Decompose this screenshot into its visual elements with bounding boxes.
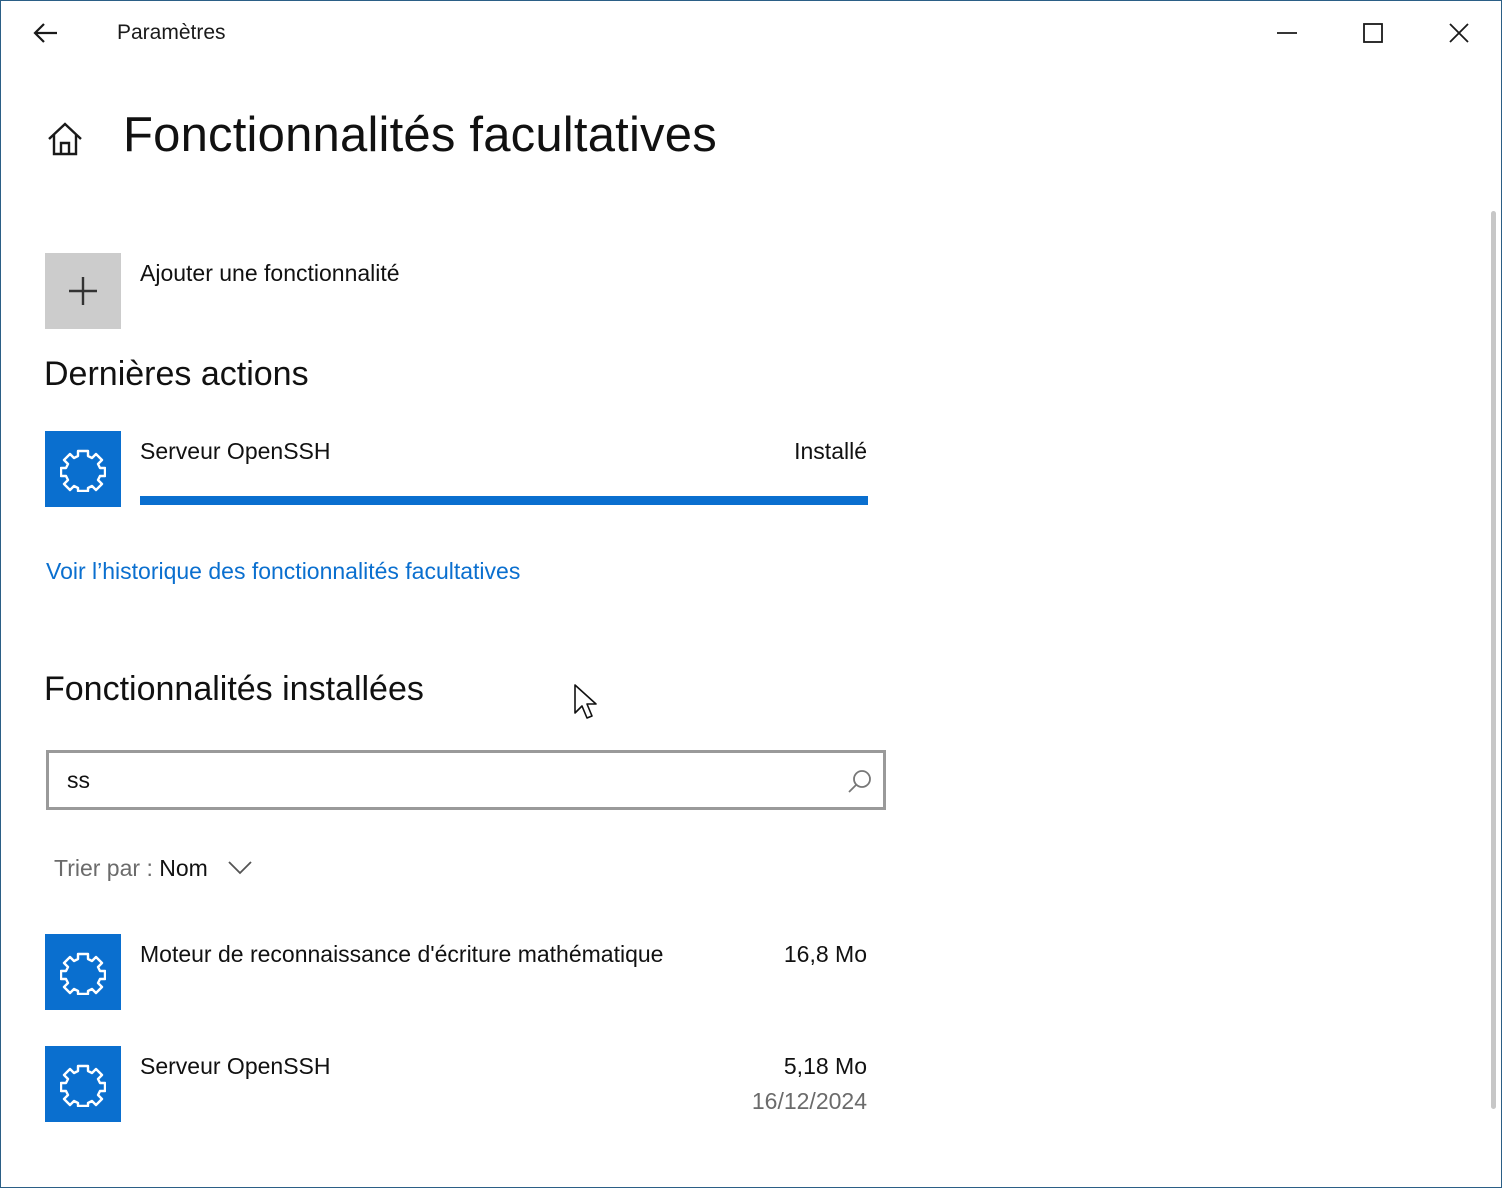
puzzle-gear-icon (60, 952, 106, 995)
chevron-down-icon (228, 861, 252, 875)
install-progress-fill (140, 496, 868, 505)
recent-item-status: Installé (794, 438, 867, 464)
installed-item-date: 16/12/2024 (751, 1088, 867, 1114)
maximize-icon (1363, 23, 1383, 43)
sort-value: Nom (159, 855, 208, 881)
recent-action-item: Serveur OpenSSH Installé (45, 431, 875, 509)
close-icon (1449, 23, 1469, 43)
installed-feature-item[interactable]: Serveur OpenSSH 5,18 Mo 16/12/2024 (45, 1046, 875, 1126)
installed-item-size: 5,18 Mo (783, 1053, 867, 1079)
installed-feature-item[interactable]: Moteur de reconnaissance d'écriture math… (45, 934, 875, 1014)
mouse-cursor-icon (574, 684, 597, 719)
add-feature-label: Ajouter une fonctionnalité (140, 260, 400, 286)
recent-actions-heading: Dernières actions (44, 355, 309, 393)
search-icon[interactable] (847, 768, 873, 794)
back-arrow-icon (33, 23, 57, 43)
add-feature-button[interactable]: Ajouter une fonctionnalité (45, 253, 495, 329)
sort-dropdown[interactable]: Trier par : Nom (54, 855, 252, 882)
add-feature-tile (45, 253, 121, 329)
installed-item-name: Moteur de reconnaissance d'écriture math… (140, 941, 664, 967)
feature-tile (45, 1046, 121, 1122)
sort-label: Trier par : (54, 855, 153, 881)
installed-item-size: 16,8 Mo (783, 941, 867, 967)
page-title: Fonctionnalités facultatives (123, 108, 717, 162)
minimize-button[interactable] (1257, 9, 1317, 57)
feature-history-link[interactable]: Voir l’historique des fonctionnalités fa… (46, 558, 520, 585)
plus-icon (69, 277, 97, 305)
back-button[interactable] (25, 13, 69, 53)
vertical-scrollbar[interactable] (1491, 211, 1496, 1109)
window-title: Paramètres (117, 21, 226, 44)
minimize-icon (1277, 32, 1297, 34)
search-box (46, 750, 886, 810)
home-icon[interactable] (45, 119, 85, 159)
installed-item-name: Serveur OpenSSH (140, 1053, 331, 1079)
feature-tile (45, 934, 121, 1010)
feature-tile (45, 431, 121, 507)
puzzle-gear-icon (60, 1064, 106, 1107)
puzzle-gear-icon (60, 449, 106, 492)
recent-item-name: Serveur OpenSSH (140, 438, 331, 464)
close-button[interactable] (1429, 9, 1489, 57)
installed-features-heading: Fonctionnalités installées (44, 670, 424, 708)
settings-window: Paramètres Fonctionnalités facultatives (0, 0, 1502, 1188)
install-progress-bar (140, 496, 868, 505)
search-input[interactable] (67, 763, 827, 797)
title-bar: Paramètres (1, 1, 1501, 65)
maximize-button[interactable] (1343, 9, 1403, 57)
